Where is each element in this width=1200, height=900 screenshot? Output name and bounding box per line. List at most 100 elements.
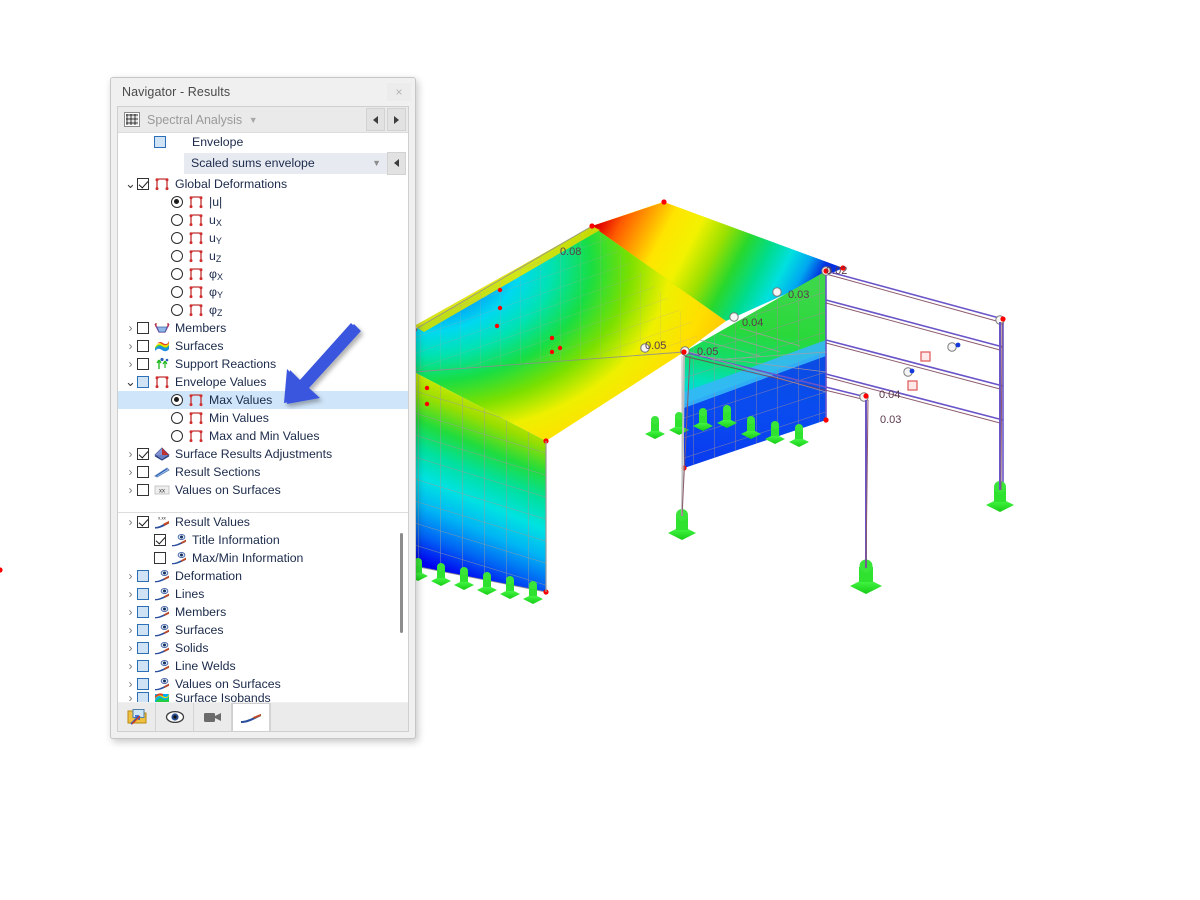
project-navigator-tab[interactable]	[118, 703, 156, 731]
tree-item-values-on-surfaces[interactable]: › xx Values on Surfaces	[118, 481, 408, 499]
checkbox[interactable]	[137, 448, 149, 460]
chevron-down-icon[interactable]: ▼	[242, 115, 264, 125]
rendering-navigator-tab[interactable]	[194, 703, 232, 731]
chevron-right-icon[interactable]: ›	[124, 623, 137, 637]
analysis-combobox[interactable]: Spectral Analysis ▼	[118, 107, 366, 132]
tree-item-result-values[interactable]: › x.xx Result Values	[118, 513, 408, 531]
tree-item-members[interactable]: › Members	[118, 603, 408, 621]
tree-item-title-information[interactable]: Title Information	[118, 531, 408, 549]
result-value-label: 0.03	[788, 289, 809, 301]
checkbox[interactable]	[137, 340, 149, 352]
radio-button[interactable]	[171, 214, 183, 226]
tree-item-label: |u|	[209, 195, 223, 209]
tree-item-solids[interactable]: › Solids	[118, 639, 408, 657]
chevron-right-icon[interactable]: ›	[124, 659, 137, 673]
chevron-down-icon[interactable]: ⌄	[124, 375, 137, 388]
checkbox[interactable]	[137, 376, 149, 388]
radio-button[interactable]	[171, 250, 183, 262]
tree-upper-scrollbar[interactable]	[397, 137, 406, 508]
radio-button[interactable]	[171, 430, 183, 442]
checkbox[interactable]	[137, 660, 149, 672]
tree-item-u[interactable]: uY	[118, 229, 408, 247]
scrollbar-thumb[interactable]	[400, 533, 403, 633]
tree-item-surface-results-adjustments[interactable]: › Surface Results Adjustments	[118, 445, 408, 463]
tree-item-[interactable]: φZ	[118, 301, 408, 319]
tree-item-envelope[interactable]: Envelope	[118, 133, 408, 151]
radio-button[interactable]	[171, 196, 183, 208]
tree-lower-scrollbar[interactable]	[397, 517, 406, 698]
results-tree-upper[interactable]: Envelope Scaled sums envelope ▼ ⌄ Global Def…	[118, 133, 408, 512]
tree-item-surfaces[interactable]: › Surfaces	[118, 621, 408, 639]
chevron-right-icon[interactable]: ›	[124, 465, 137, 479]
radio-button[interactable]	[171, 232, 183, 244]
checkbox[interactable]	[137, 570, 149, 582]
tree-item-max-min-information[interactable]: Max/Min Information	[118, 549, 408, 567]
tree-item-members[interactable]: › Members	[118, 319, 408, 337]
checkbox[interactable]	[137, 692, 149, 702]
close-icon[interactable]: ×	[387, 83, 411, 101]
views-navigator-tab[interactable]	[156, 703, 194, 731]
radio-button[interactable]	[171, 286, 183, 298]
checkbox[interactable]	[137, 178, 149, 190]
chevron-down-icon[interactable]: ▼	[372, 158, 381, 168]
tree-item-surface-isobands[interactable]: › Surface Isobands	[118, 691, 408, 702]
tree-item-min-values[interactable]: Min Values	[118, 409, 408, 427]
checkbox[interactable]	[137, 516, 149, 528]
radio-button[interactable]	[171, 412, 183, 424]
chevron-right-icon[interactable]: ›	[124, 339, 137, 353]
checkbox[interactable]	[137, 606, 149, 618]
checkbox[interactable]	[137, 322, 149, 334]
tree-item-global-deformations[interactable]: ⌄ Global Deformations	[118, 175, 408, 193]
chevron-right-icon[interactable]: ›	[124, 357, 137, 371]
result-sections-icon	[154, 465, 170, 479]
checkbox[interactable]	[137, 678, 149, 690]
chevron-right-icon[interactable]: ›	[124, 569, 137, 583]
checkbox[interactable]	[154, 136, 166, 148]
tree-item-max-and-min-values[interactable]: Max and Min Values	[118, 427, 408, 445]
tree-item-u[interactable]: uX	[118, 211, 408, 229]
chevron-right-icon[interactable]: ›	[124, 605, 137, 619]
checkbox[interactable]	[137, 484, 149, 496]
tree-item-u[interactable]: |u|	[118, 193, 408, 211]
results-tree-lower[interactable]: › x.xx Result Values Title Information Max/M…	[118, 513, 408, 702]
tree-item-u[interactable]: uZ	[118, 247, 408, 265]
chevron-down-icon[interactable]: ⌄	[124, 177, 137, 190]
chevron-right-icon[interactable]: ›	[124, 641, 137, 655]
results-navigator-tab[interactable]	[232, 703, 270, 731]
checkbox[interactable]	[137, 358, 149, 370]
tree-item-max-values[interactable]: Max Values	[118, 391, 408, 409]
envelope-type-combobox[interactable]: Scaled sums envelope ▼	[184, 152, 387, 174]
tree-item-support-reactions[interactable]: › Support Reactions	[118, 355, 408, 373]
tree-item-line-welds[interactable]: › Line Welds	[118, 657, 408, 675]
checkbox[interactable]	[137, 588, 149, 600]
checkbox[interactable]	[154, 552, 166, 564]
navigator-results-panel[interactable]: Navigator - Results × Spectral Analysis …	[110, 77, 416, 739]
envelope-frame-icon	[189, 250, 203, 263]
radio-button[interactable]	[171, 268, 183, 280]
chevron-right-icon[interactable]: ›	[124, 483, 137, 497]
chevron-right-icon[interactable]: ›	[124, 321, 137, 335]
tree-item-envelope-values[interactable]: ⌄ Envelope Values	[118, 373, 408, 391]
analysis-next-button[interactable]	[387, 108, 406, 131]
svg-text:xx: xx	[159, 489, 165, 495]
checkbox[interactable]	[137, 624, 149, 636]
chevron-right-icon[interactable]: ›	[124, 677, 137, 691]
checkbox[interactable]	[137, 642, 149, 654]
info-eye-icon	[155, 660, 169, 673]
checkbox[interactable]	[154, 534, 166, 546]
tree-item-surfaces[interactable]: › Surfaces	[118, 337, 408, 355]
chevron-right-icon[interactable]: ›	[124, 447, 137, 461]
tree-item-[interactable]: φY	[118, 283, 408, 301]
tree-item-result-sections[interactable]: › Result Sections	[118, 463, 408, 481]
tree-item-deformation[interactable]: › Deformation	[118, 567, 408, 585]
chevron-right-icon[interactable]: ›	[124, 691, 137, 702]
tree-item-[interactable]: φX	[118, 265, 408, 283]
chevron-right-icon[interactable]: ›	[124, 587, 137, 601]
analysis-prev-button[interactable]	[366, 108, 385, 131]
radio-button[interactable]	[171, 304, 183, 316]
checkbox[interactable]	[137, 466, 149, 478]
tree-item-lines[interactable]: › Lines	[118, 585, 408, 603]
tree-item-label: Max and Min Values	[209, 429, 320, 443]
chevron-right-icon[interactable]: ›	[124, 515, 137, 529]
radio-button[interactable]	[171, 394, 183, 406]
